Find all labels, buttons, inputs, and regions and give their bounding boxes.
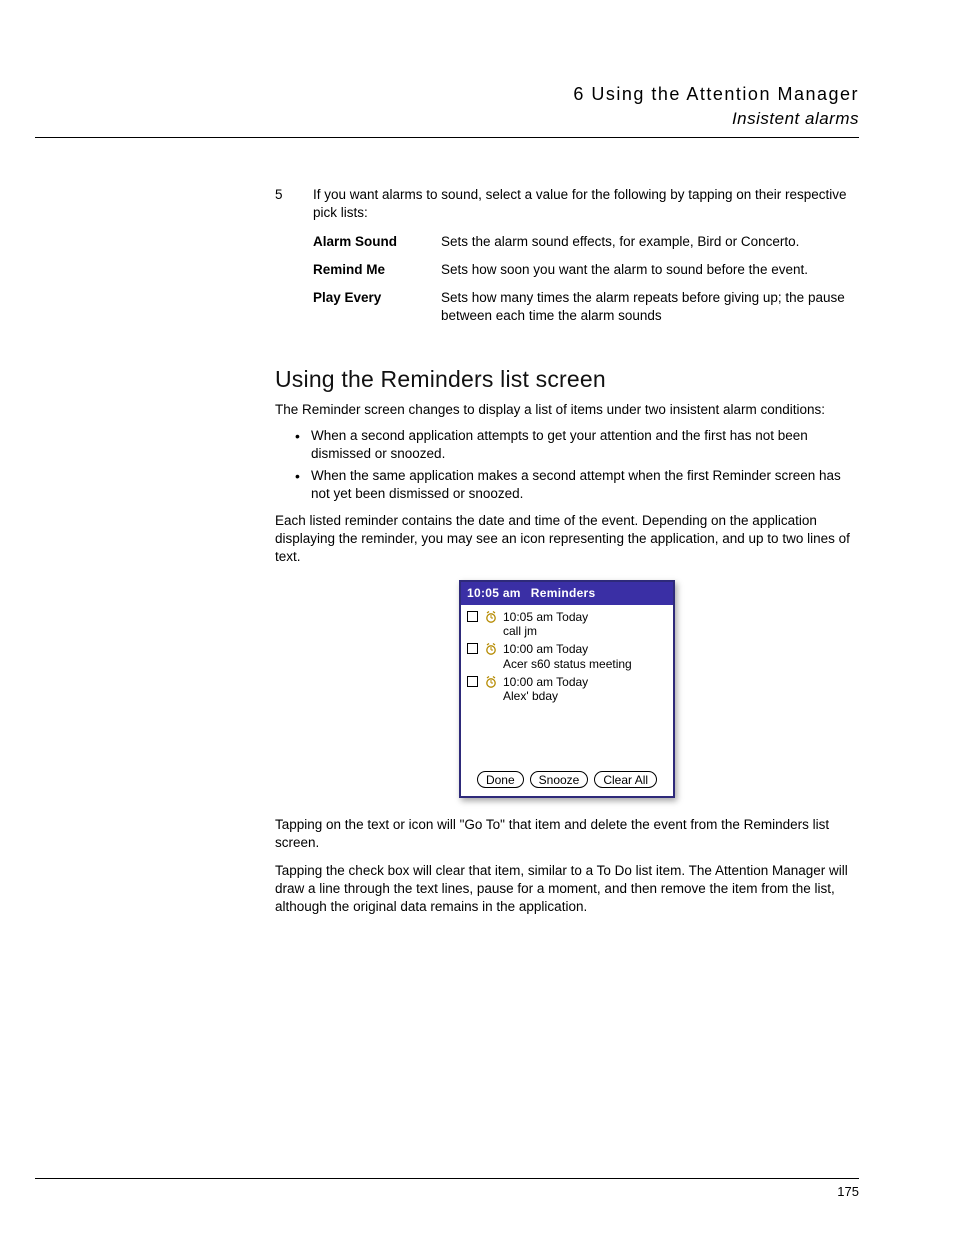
def-desc: Sets how many times the alarm repeats be… xyxy=(441,289,859,325)
paragraph: Tapping the check box will clear that it… xyxy=(275,862,859,917)
def-term: Play Every xyxy=(313,289,441,325)
reminder-item[interactable]: 10:00 am Today Acer s60 status meeting xyxy=(467,642,667,671)
page-container: 6 Using the Attention Manager Insistent … xyxy=(0,0,954,917)
alarm-clock-icon xyxy=(484,643,498,655)
heading-reminders: Using the Reminders list screen xyxy=(275,364,859,395)
header-rule xyxy=(35,137,859,138)
def-row: Remind Me Sets how soon you want the ala… xyxy=(313,261,859,279)
step-number: 5 xyxy=(275,186,313,335)
def-desc: Sets the alarm sound effects, for exampl… xyxy=(441,233,859,251)
embedded-screenshot: 10:05 am Reminders 10:05 am Today call jm xyxy=(275,580,859,797)
palm-title: Reminders xyxy=(531,586,596,600)
bullet-item: When the same application makes a second… xyxy=(295,467,859,503)
def-term: Remind Me xyxy=(313,261,441,279)
reminder-time: 10:00 am Today xyxy=(503,642,588,656)
reminder-time: 10:00 am Today xyxy=(503,675,588,689)
reminder-checkbox[interactable] xyxy=(467,643,478,654)
palm-time: 10:05 am xyxy=(467,586,521,600)
chapter-title: 6 Using the Attention Manager xyxy=(95,82,859,106)
reminder-time: 10:05 am Today xyxy=(503,610,588,624)
running-header: 6 Using the Attention Manager Insistent … xyxy=(95,82,859,131)
reminder-text[interactable]: 10:00 am Today Acer s60 status meeting xyxy=(503,642,667,671)
reminder-desc: Alex' bday xyxy=(503,689,667,703)
reminder-item[interactable]: 10:00 am Today Alex' bday xyxy=(467,675,667,704)
reminder-item[interactable]: 10:05 am Today call jm xyxy=(467,610,667,639)
def-term: Alarm Sound xyxy=(313,233,441,251)
clear-all-button[interactable]: Clear All xyxy=(594,771,657,788)
main-content: 5 If you want alarms to sound, select a … xyxy=(275,186,859,916)
reminder-checkbox[interactable] xyxy=(467,611,478,622)
definition-list: Alarm Sound Sets the alarm sound effects… xyxy=(313,233,859,326)
numbered-step: 5 If you want alarms to sound, select a … xyxy=(275,186,859,335)
step-body: If you want alarms to sound, select a va… xyxy=(313,186,859,335)
step-text: If you want alarms to sound, select a va… xyxy=(313,186,859,222)
palm-window: 10:05 am Reminders 10:05 am Today call jm xyxy=(459,580,675,797)
done-button[interactable]: Done xyxy=(477,771,524,788)
section-title: Insistent alarms xyxy=(95,108,859,131)
reminder-text[interactable]: 10:00 am Today Alex' bday xyxy=(503,675,667,704)
palm-body: 10:05 am Today call jm 10:00 am Today Ac… xyxy=(461,605,673,765)
snooze-button[interactable]: Snooze xyxy=(530,771,589,788)
paragraph: Each listed reminder contains the date a… xyxy=(275,512,859,567)
palm-button-row: Done Snooze Clear All xyxy=(461,765,673,796)
reminder-text[interactable]: 10:05 am Today call jm xyxy=(503,610,667,639)
alarm-clock-icon xyxy=(484,611,498,623)
page-number: 175 xyxy=(837,1183,859,1201)
intro-paragraph: The Reminder screen changes to display a… xyxy=(275,401,859,419)
bullet-list: When a second application attempts to ge… xyxy=(295,427,859,504)
palm-titlebar: 10:05 am Reminders xyxy=(461,582,673,604)
reminder-desc: call jm xyxy=(503,624,667,638)
alarm-clock-icon xyxy=(484,676,498,688)
footer-rule xyxy=(35,1178,859,1179)
def-desc: Sets how soon you want the alarm to soun… xyxy=(441,261,859,279)
paragraph: Tapping on the text or icon will "Go To"… xyxy=(275,816,859,852)
def-row: Play Every Sets how many times the alarm… xyxy=(313,289,859,325)
reminder-desc: Acer s60 status meeting xyxy=(503,657,667,671)
bullet-item: When a second application attempts to ge… xyxy=(295,427,859,463)
reminder-checkbox[interactable] xyxy=(467,676,478,687)
def-row: Alarm Sound Sets the alarm sound effects… xyxy=(313,233,859,251)
